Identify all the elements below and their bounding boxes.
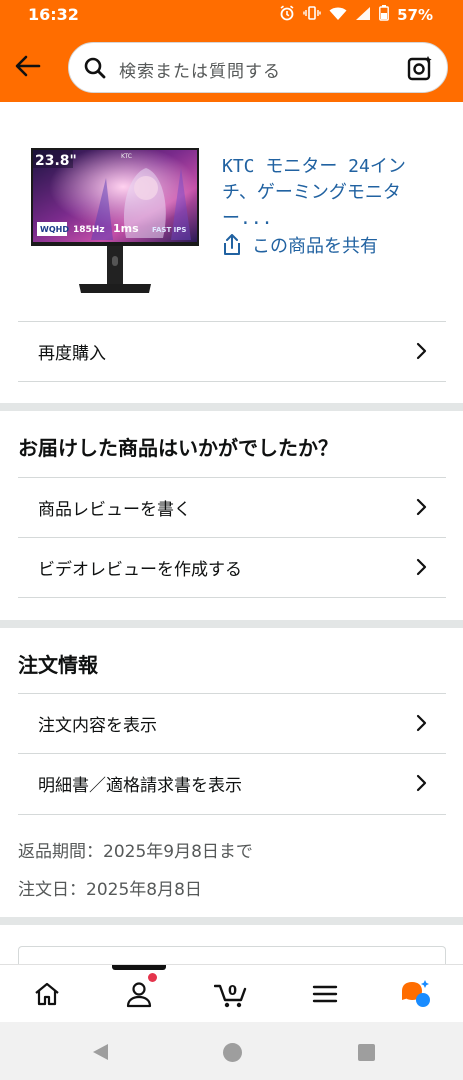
app-header: 検索または質問する	[0, 30, 463, 102]
signal-icon	[355, 6, 371, 25]
status-bar: 16:32 57%	[0, 0, 463, 30]
search-placeholder: 検索または質問する	[119, 62, 281, 82]
chevron-right-icon	[416, 498, 428, 516]
active-tab-indicator	[112, 965, 166, 970]
vibrate-icon	[303, 5, 321, 25]
wifi-icon	[329, 6, 347, 25]
account-icon[interactable]	[124, 979, 154, 1009]
notification-dot	[148, 973, 157, 982]
section-separator	[0, 403, 463, 411]
search-icon	[83, 56, 107, 80]
rebuy-row[interactable]: 再度購入	[18, 321, 446, 381]
chevron-right-icon	[416, 774, 428, 792]
view-invoice-label: 明細書／適格請求書を表示	[38, 775, 242, 796]
cart-count: 0	[228, 984, 237, 999]
return-period-text: 返品期間：2025年9月8日まで	[18, 842, 253, 862]
menu-icon[interactable]	[310, 979, 340, 1009]
battery-percent: 57%	[397, 6, 433, 24]
view-order-row[interactable]: 注文内容を表示	[18, 693, 446, 753]
alarm-icon	[279, 5, 295, 25]
monitor-hz-label: 185Hz	[73, 225, 105, 235]
battery-icon	[379, 5, 389, 25]
camera-search-icon[interactable]	[407, 55, 433, 81]
system-nav-bar	[0, 1022, 463, 1080]
search-input[interactable]: 検索または質問する	[68, 42, 448, 93]
monitor-ms-label: 1ms	[113, 222, 139, 235]
order-section-title: 注文情報	[18, 653, 98, 677]
view-invoice-row[interactable]: 明細書／適格請求書を表示	[18, 753, 446, 813]
divider	[18, 381, 446, 382]
monitor-ips-label: FAST IPS	[152, 226, 186, 234]
view-order-label: 注文内容を表示	[38, 715, 157, 736]
divider	[18, 814, 446, 815]
write-review-row[interactable]: 商品レビューを書く	[18, 477, 446, 537]
chevron-right-icon	[416, 714, 428, 732]
write-review-label: 商品レビューを書く	[38, 499, 191, 520]
rufus-ai-icon[interactable]	[399, 979, 433, 1009]
home-icon[interactable]	[32, 979, 62, 1009]
rebuy-label: 再度購入	[38, 343, 106, 364]
share-label: この商品を共有	[252, 236, 378, 257]
product-title[interactable]: KTC モニター 24インチ、ゲーミングモニター...	[222, 154, 437, 232]
product-section: 23.8" KTC WQHD 185Hz 1ms FAST IPS KTC モニ…	[0, 102, 463, 322]
system-home-icon[interactable]	[223, 1043, 242, 1062]
section-separator	[0, 620, 463, 628]
share-product-button[interactable]: この商品を共有	[222, 232, 378, 258]
monitor-size-label: 23.8"	[35, 153, 77, 169]
video-review-label: ビデオレビューを作成する	[38, 559, 242, 580]
divider	[18, 597, 446, 598]
system-recents-icon[interactable]	[358, 1044, 375, 1061]
system-back-icon[interactable]	[90, 1042, 110, 1062]
back-arrow-icon[interactable]	[14, 52, 42, 80]
share-icon	[222, 234, 242, 256]
section-separator	[0, 917, 463, 925]
monitor-res-label: WQHD	[40, 225, 69, 234]
order-date-text: 注文日：2025年8月8日	[18, 880, 202, 900]
bottom-nav: 0	[0, 964, 463, 1022]
monitor-brand-label: KTC	[121, 153, 132, 160]
status-time: 16:32	[28, 5, 79, 24]
cart-icon[interactable]: 0	[213, 979, 248, 1009]
chevron-right-icon	[416, 558, 428, 576]
review-section-title: お届けした商品はいかがでしたか？	[18, 436, 338, 460]
chevron-right-icon	[416, 342, 428, 360]
video-review-row[interactable]: ビデオレビューを作成する	[18, 537, 446, 597]
product-image[interactable]: 23.8" KTC WQHD 185Hz 1ms FAST IPS	[31, 148, 199, 295]
status-icons: 57%	[279, 5, 433, 25]
